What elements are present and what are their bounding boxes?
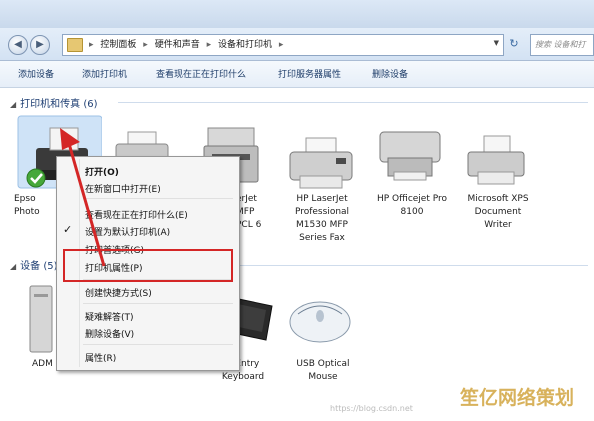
brand-watermark: 笙亿网络策划 — [460, 387, 575, 409]
annotation-arrow-icon — [60, 128, 106, 267]
url-watermark: https://blog.csdn.net — [330, 404, 413, 413]
